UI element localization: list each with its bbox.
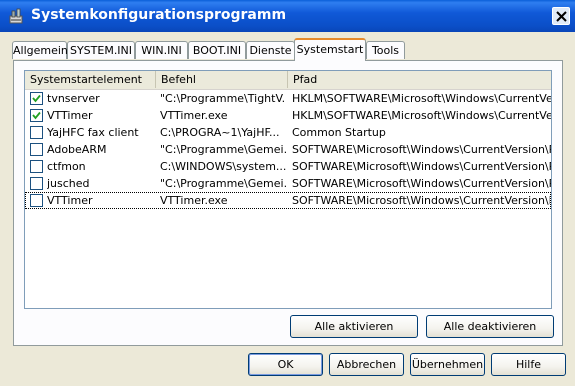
close-button[interactable] — [552, 7, 570, 25]
startup-checkbox[interactable] — [30, 143, 43, 156]
row-element: jusched — [47, 177, 90, 190]
row-element: YajHFC fax client — [47, 126, 139, 139]
row-path: SOFTWARE\Microsoft\Windows\CurrentVersio… — [292, 194, 550, 207]
help-button[interactable]: Hilfe — [491, 353, 566, 376]
checkmark-icon — [32, 111, 41, 120]
row-path: SOFTWARE\Microsoft\Windows\CurrentVersio… — [292, 160, 551, 173]
window-title: Systemkonfigurationsprogramm — [31, 7, 287, 23]
row-element: VTTimer — [47, 194, 93, 207]
close-icon — [556, 11, 567, 22]
row-element: VTTimer — [47, 109, 93, 122]
tab-systemstart[interactable]: Systemstart — [294, 38, 366, 61]
startup-list[interactable]: Systemstartelement Befehl Pfad tvnserver… — [24, 70, 552, 309]
row-element: tvnserver — [47, 92, 100, 105]
row-path: SOFTWARE\Microsoft\Windows\CurrentVersio… — [292, 177, 551, 190]
row-command: VTTimer.exe — [160, 109, 228, 122]
column-header-path[interactable]: Pfad — [288, 71, 551, 88]
table-row[interactable]: YajHFC fax client C:\PROGRA~1\YajHF... C… — [25, 124, 551, 141]
systemstart-panel: Systemstartelement Befehl Pfad tvnserver… — [13, 60, 563, 346]
startup-checkbox[interactable] — [30, 194, 43, 207]
ok-button[interactable]: OK — [248, 353, 323, 376]
row-command: C:\WINDOWS\system... — [160, 160, 286, 173]
enable-all-button[interactable]: Alle aktivieren — [290, 315, 418, 338]
row-path: HKLM\SOFTWARE\Microsoft\Windows\CurrentV… — [292, 109, 551, 122]
row-path: HKLM\SOFTWARE\Microsoft\Windows\CurrentV… — [292, 92, 551, 105]
tab-dienste[interactable]: Dienste — [246, 41, 295, 59]
apply-button[interactable]: Übernehmen — [410, 353, 485, 376]
row-command: VTTimer.exe — [160, 194, 228, 207]
list-header: Systemstartelement Befehl Pfad — [25, 71, 551, 90]
startup-checkbox[interactable] — [30, 160, 43, 173]
column-header-command[interactable]: Befehl — [156, 71, 288, 88]
startup-checkbox[interactable] — [30, 177, 43, 190]
table-row[interactable]: jusched "C:\Programme\Gemei... SOFTWARE\… — [25, 175, 551, 192]
table-row[interactable]: VTTimer VTTimer.exe SOFTWARE\Microsoft\W… — [25, 192, 551, 209]
msconfig-icon — [7, 7, 25, 25]
checkmark-icon — [32, 94, 41, 103]
cancel-button[interactable]: Abbrechen — [329, 353, 404, 376]
tab-win-ini[interactable]: WIN.INI — [135, 41, 188, 59]
column-header-element[interactable]: Systemstartelement — [25, 71, 156, 88]
row-path: SOFTWARE\Microsoft\Windows\CurrentVersio… — [292, 143, 551, 156]
tab-tools[interactable]: Tools — [366, 41, 405, 59]
tab-system-ini[interactable]: SYSTEM.INI — [67, 41, 135, 59]
startup-checkbox[interactable] — [30, 126, 43, 139]
row-command: C:\PROGRA~1\YajHF... — [160, 126, 280, 139]
row-path: Common Startup — [292, 126, 386, 139]
table-row[interactable]: ctfmon C:\WINDOWS\system... SOFTWARE\Mic… — [25, 158, 551, 175]
row-element: AdobeARM — [47, 143, 107, 156]
tab-allgemein[interactable]: Allgemein — [12, 41, 68, 59]
tab-boot-ini[interactable]: BOOT.INI — [188, 41, 246, 59]
row-command: "C:\Programme\Gemei... — [160, 177, 286, 190]
table-row[interactable]: AdobeARM "C:\Programme\Gemei... SOFTWARE… — [25, 141, 551, 158]
table-row[interactable]: VTTimer VTTimer.exe HKLM\SOFTWARE\Micros… — [25, 107, 551, 124]
table-row[interactable]: tvnserver "C:\Programme\TightV... HKLM\S… — [25, 90, 551, 107]
startup-checkbox[interactable] — [30, 92, 43, 105]
row-command: "C:\Programme\TightV... — [160, 92, 286, 105]
row-command: "C:\Programme\Gemei... — [160, 143, 286, 156]
startup-checkbox[interactable] — [30, 109, 43, 122]
title-bar[interactable]: Systemkonfigurationsprogramm — [0, 0, 575, 32]
disable-all-button[interactable]: Alle deaktivieren — [426, 315, 554, 338]
row-element: ctfmon — [47, 160, 86, 173]
system-config-window: Systemkonfigurationsprogramm Allgemein S… — [0, 0, 575, 386]
